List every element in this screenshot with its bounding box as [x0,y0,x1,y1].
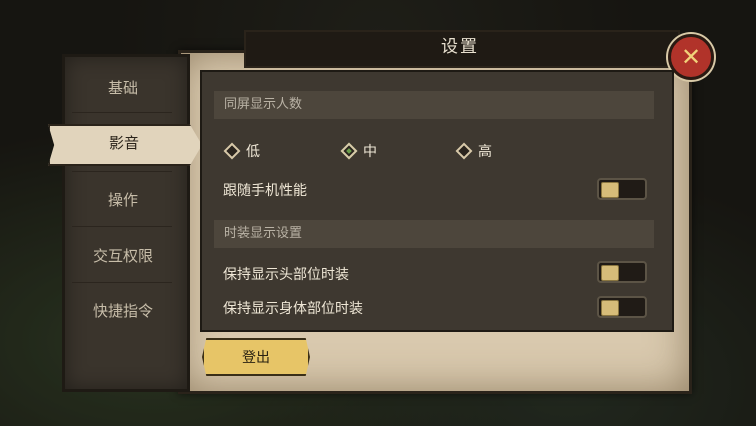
sidebar-item-basic[interactable]: 基础 [62,73,184,103]
close-x-icon: ✕ [680,43,702,71]
page-title: 设置 [441,37,479,57]
show-body-fashion-toggle[interactable] [597,296,647,318]
close-button[interactable]: ✕ [668,34,714,80]
logout-label: 登出 [242,350,270,366]
radio-label: 低 [246,144,260,160]
sidebar-divider [72,112,172,113]
radio-option-high[interactable]: 高 [455,140,492,162]
radio-label: 中 [363,144,377,160]
toggle-knob-icon [601,265,619,281]
sidebar-divider [72,282,172,283]
toggle-knob-icon [601,300,619,316]
radio-option-low[interactable]: 低 [223,140,260,162]
sidebar-item-interaction-permissions[interactable]: 交互权限 [62,241,184,271]
follow-performance-toggle[interactable] [597,178,647,200]
show-body-fashion-label: 保持显示身体部位时装 [223,301,363,317]
radio-option-medium[interactable]: 中 [340,140,377,162]
radio-label: 高 [478,144,492,160]
sidebar-divider [72,226,172,227]
show-head-fashion-label: 保持显示头部位时装 [223,267,349,283]
section-header-fashion-display: 时装显示设置 [214,220,654,248]
follow-performance-label: 跟随手机性能 [223,183,307,199]
sidebar-item-shortcuts[interactable]: 快捷指令 [62,296,184,326]
sidebar-divider [72,171,172,172]
radio-diamond-selected-icon [340,142,358,160]
toggle-knob-icon [601,182,619,198]
logout-button[interactable]: 登出 [202,338,310,376]
radio-diamond-icon [223,142,241,160]
sidebar [62,54,190,392]
section-header-players-on-screen: 同屏显示人数 [214,91,654,119]
radio-diamond-icon [455,142,473,160]
show-head-fashion-toggle[interactable] [597,261,647,283]
sidebar-item-controls[interactable]: 操作 [62,185,184,215]
sidebar-item-audio-video[interactable]: 影音 [62,124,186,162]
